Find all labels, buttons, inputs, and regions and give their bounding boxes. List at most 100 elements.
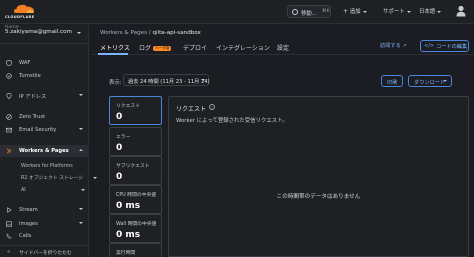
metric-label: Wall 時間の中央値 bbox=[116, 222, 157, 227]
metric-label: CPU 時間の中央値 bbox=[116, 193, 157, 198]
tab-logs[interactable]: ログ ベータ版 bbox=[139, 43, 172, 52]
tab-settings[interactable]: 設定 bbox=[277, 43, 289, 52]
sidebar-item-label: Calls bbox=[19, 233, 32, 239]
keyboard-shortcut-hint: ⌘K bbox=[322, 9, 330, 14]
support-label: サポート bbox=[383, 9, 405, 15]
visit-button[interactable]: 訪問する ↗ bbox=[380, 42, 407, 49]
sidebar-item-label: Email Security bbox=[19, 127, 57, 133]
panel-subtitle: Worker によって登録された受信リクエスト。 bbox=[176, 118, 288, 124]
sidebar-item-label: Turnstile bbox=[19, 73, 41, 79]
metric-label: エラー bbox=[116, 135, 131, 140]
metric-card-cpu-time[interactable]: CPU 時間の中央値 0 ms bbox=[109, 185, 162, 214]
download-button[interactable]: ダウンロード bbox=[408, 75, 452, 87]
sidebar-item-label: Images bbox=[19, 221, 38, 227]
sidebar-item-label: Workers & Pages bbox=[19, 148, 69, 154]
chevron-down-icon bbox=[201, 78, 205, 81]
sidebar-item-label: IP アドレス bbox=[19, 94, 47, 100]
metric-value: 0 ms bbox=[116, 230, 141, 240]
metric-label: リクエスト bbox=[116, 104, 140, 109]
sidebar-item-stream[interactable]: Stream bbox=[0, 204, 89, 216]
chevron-up-icon bbox=[79, 149, 83, 151]
sidebar-item-images[interactable]: Images bbox=[0, 218, 89, 230]
account-switcher[interactable]: 5.zakiyama@gmail.com bbox=[0, 29, 89, 40]
info-icon[interactable]: i bbox=[209, 104, 215, 110]
add-label: 追加 bbox=[349, 9, 361, 15]
requests-chart-panel: リクエスト i Worker によって登録された受信リクエスト。 この時間帯のデ… bbox=[168, 96, 469, 257]
plus-icon: + bbox=[343, 8, 349, 15]
metric-card-subrequests[interactable]: サブリクエスト 0 bbox=[109, 156, 162, 185]
breadcrumb: Workers & Pages / qiita-api-sandbox bbox=[100, 30, 201, 36]
panel-title: リクエスト bbox=[176, 106, 207, 113]
breadcrumb-separator: / bbox=[148, 30, 151, 36]
location-pin-icon bbox=[6, 93, 12, 99]
metric-card-errors[interactable]: エラー 0 bbox=[109, 127, 162, 156]
chevron-down-icon bbox=[437, 10, 442, 13]
sidebar-subitem-ai[interactable]: AI bbox=[21, 188, 86, 193]
tab-integrations[interactable]: インテグレーション bbox=[216, 43, 270, 52]
metric-label: 実行時間 bbox=[116, 251, 136, 256]
chevron-down-icon bbox=[443, 80, 447, 82]
tab-metrics[interactable]: メトリクス bbox=[100, 43, 130, 52]
sidebar-subitem-workers-for-platforms[interactable]: Workers for Platforms bbox=[21, 164, 73, 169]
cloud-logo-icon bbox=[14, 4, 34, 13]
sidebar-item-label: Zero Trust bbox=[19, 114, 46, 120]
brand-wordmark: CLOUDFLARE bbox=[5, 15, 35, 19]
sidebar: Home 5.zakiyama@gmail.com WAF Turnstile … bbox=[0, 25, 97, 257]
sidebar-item-ip-addresses[interactable]: IP アドレス bbox=[0, 90, 89, 102]
sidebar-item-email-security[interactable]: Email Security bbox=[0, 124, 89, 136]
metric-value: 0 bbox=[116, 112, 123, 122]
download-label: ダウンロード bbox=[414, 79, 446, 86]
zero-trust-icon bbox=[6, 114, 12, 120]
edit-code-button[interactable]: </> コードの編集 bbox=[420, 40, 469, 52]
metric-value: 0 bbox=[116, 172, 123, 182]
chevron-down-icon bbox=[79, 94, 83, 96]
breadcrumb-parent[interactable]: Workers & Pages bbox=[100, 30, 147, 36]
external-link-icon: ↗ bbox=[402, 43, 407, 49]
metric-value: 0 ms bbox=[116, 201, 141, 211]
sidebar-item-zero-trust[interactable]: Zero Trust bbox=[0, 111, 89, 123]
sidebar-item-calls[interactable]: Calls bbox=[0, 230, 89, 242]
chevron-down-icon bbox=[79, 222, 83, 224]
mail-icon bbox=[6, 127, 12, 133]
metric-card-requests[interactable]: リクエスト 0 bbox=[109, 96, 162, 125]
sidebar-subitem-r2[interactable]: R2 オブジェクト ストレージ bbox=[21, 174, 97, 181]
beta-badge: ベータ版 bbox=[153, 46, 172, 51]
language-label: 日本語 bbox=[419, 9, 436, 15]
image-icon bbox=[6, 221, 12, 227]
sidebar-subitem-label: R2 オブジェクト ストレージ bbox=[21, 176, 84, 181]
tab-deployments[interactable]: デプロイ bbox=[183, 43, 207, 52]
chevron-down-icon bbox=[79, 128, 83, 130]
chevron-down-icon bbox=[406, 10, 411, 13]
collapse-sidebar-label: サイドバーを折りたたむ bbox=[19, 251, 72, 256]
sidebar-item-turnstile[interactable]: Turnstile bbox=[0, 70, 89, 82]
metric-card-wall-time[interactable]: Wall 時間の中央値 0 ms bbox=[109, 214, 162, 243]
user-account-icon[interactable] bbox=[456, 5, 466, 17]
collapse-sidebar-button[interactable]: « サイドバーを折りたたむ bbox=[0, 245, 89, 257]
language-menu-button[interactable]: 日本語 bbox=[419, 7, 442, 15]
chevron-down-icon bbox=[92, 176, 97, 179]
turnstile-icon bbox=[6, 73, 12, 79]
workers-icon bbox=[6, 148, 12, 154]
metric-label: サブリクエスト bbox=[116, 164, 150, 169]
visit-label: 訪問する bbox=[380, 43, 401, 49]
support-menu-button[interactable]: サポート bbox=[383, 7, 411, 15]
quick-search-label: 移動... bbox=[301, 11, 317, 17]
quick-search-button[interactable]: 移動... ⌘K bbox=[287, 5, 331, 18]
metric-card-duration[interactable]: 実行時間 bbox=[109, 243, 162, 257]
search-icon bbox=[292, 9, 298, 15]
account-email: 5.zakiyama@gmail.com bbox=[5, 29, 72, 35]
tab-label: ログ bbox=[139, 45, 152, 52]
sidebar-item-waf[interactable]: WAF bbox=[0, 57, 89, 69]
time-range-label: 表示: bbox=[109, 80, 122, 86]
metric-value: 0 bbox=[116, 143, 123, 153]
add-menu-button[interactable]: + 追加 bbox=[343, 7, 367, 15]
sidebar-item-workers-pages[interactable]: Workers & Pages bbox=[0, 145, 89, 157]
play-icon bbox=[7, 207, 12, 213]
breadcrumb-current: qiita-api-sandbox bbox=[152, 30, 201, 36]
divider bbox=[0, 43, 89, 44]
empty-state-message: この時間帯のデータはありません bbox=[276, 194, 361, 200]
cloudflare-logo[interactable]: CLOUDFLARE bbox=[5, 3, 45, 21]
print-button[interactable]: 印刷 bbox=[381, 75, 403, 87]
time-range-select[interactable]: 過去 24 時間 (11月 23 - 11月 24) bbox=[123, 74, 210, 86]
sidebar-item-label: Stream bbox=[19, 207, 38, 213]
